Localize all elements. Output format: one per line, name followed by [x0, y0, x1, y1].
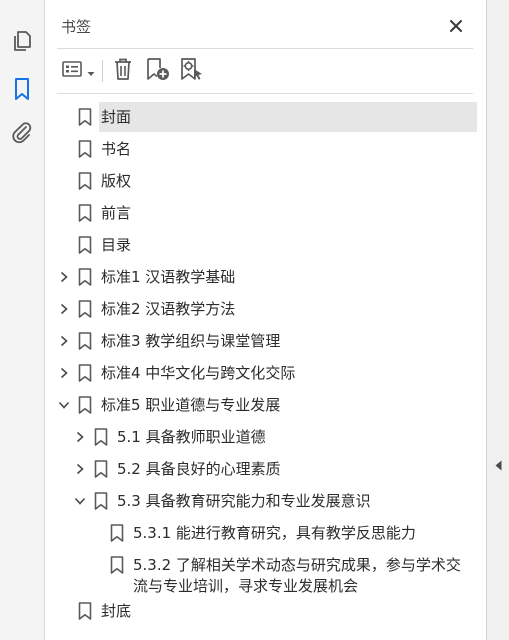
- bookmark-label: 5.2 具备良好的心理素质: [117, 460, 281, 478]
- attachments-button[interactable]: [9, 120, 35, 146]
- new-bookmark-button[interactable]: [144, 57, 172, 85]
- attachment-icon: [11, 121, 33, 145]
- bookmark-icon: [94, 428, 108, 446]
- bookmark-icon: [94, 460, 108, 478]
- bookmark-row[interactable]: 前言: [45, 198, 486, 230]
- panel-title: 书签: [61, 18, 92, 36]
- bookmark-row[interactable]: 5.3 具备教育研究能力和专业发展意识: [45, 486, 486, 518]
- chevron-right-icon[interactable]: [57, 334, 71, 348]
- bookmark-structure-icon: [179, 57, 205, 85]
- bookmark-label: 标准3 教学组织与课堂管理: [101, 332, 281, 350]
- bookmark-icon: [78, 172, 92, 190]
- bookmark-icon: [78, 332, 92, 350]
- bookmark-row[interactable]: 标准1 汉语教学基础: [45, 262, 486, 294]
- bookmarks-panel-button[interactable]: [9, 76, 35, 102]
- new-bookmark-from-structure-button[interactable]: [178, 57, 206, 85]
- close-panel-button[interactable]: [445, 16, 467, 38]
- bookmark-row[interactable]: 目录: [45, 230, 486, 262]
- bookmark-row[interactable]: 版权: [45, 166, 486, 198]
- bookmark-icon: [78, 268, 92, 286]
- add-bookmark-icon: [145, 57, 171, 85]
- bookmark-label: 标准1 汉语教学基础: [101, 268, 236, 286]
- bookmark-icon: [78, 396, 92, 414]
- page-thumbnails-button[interactable]: [9, 28, 35, 54]
- selection-highlight: [99, 102, 477, 132]
- triangle-left-icon: [495, 456, 502, 475]
- chevron-right-icon[interactable]: [73, 430, 87, 444]
- bookmark-row[interactable]: 封底: [45, 596, 486, 628]
- bookmark-label: 前言: [101, 204, 132, 222]
- bookmark-row[interactable]: 封面: [45, 102, 486, 134]
- bookmark-icon: [13, 77, 31, 101]
- options-menu-button[interactable]: [59, 57, 97, 85]
- chevron-down-icon: [87, 62, 95, 81]
- left-navigation-bar: [0, 0, 45, 640]
- bookmark-label: 封面: [101, 108, 132, 126]
- chevron-right-icon[interactable]: [57, 302, 71, 316]
- bookmark-row[interactable]: 书名: [45, 134, 486, 166]
- bookmark-icon: [110, 556, 124, 574]
- bookmark-icon: [78, 140, 92, 158]
- bookmark-icon: [78, 602, 92, 620]
- header-divider: [57, 48, 473, 49]
- pages-icon: [11, 29, 33, 53]
- bookmarks-panel: 书签 封面 书名 版权 前言 目录 标准1 汉语教学基础 标准2 汉语教学方法 …: [45, 0, 486, 640]
- chevron-down-icon[interactable]: [57, 398, 71, 412]
- bookmark-icon: [94, 492, 108, 510]
- chevron-right-icon[interactable]: [73, 462, 87, 476]
- bookmark-row[interactable]: 标准3 教学组织与课堂管理: [45, 326, 486, 358]
- delete-bookmark-button[interactable]: [110, 57, 136, 85]
- bookmark-row[interactable]: 5.3.1 能进行教育研究，具有教学反思能力: [45, 518, 486, 550]
- bookmark-label: 封底: [101, 602, 132, 620]
- toolbar-divider: [57, 93, 473, 94]
- bookmark-icon: [78, 364, 92, 382]
- chevron-down-icon[interactable]: [73, 494, 87, 508]
- bookmarks-toolbar: [45, 52, 486, 90]
- bookmark-row[interactable]: 标准2 汉语教学方法: [45, 294, 486, 326]
- panel-header: 书签: [45, 0, 486, 48]
- toolbar-separator: [102, 60, 103, 82]
- bookmark-label: 5.3.2 了解相关学术动态与研究成果，参与学术交流与专业培训，寻求专业发展机会: [133, 556, 461, 595]
- bookmark-label: 书名: [101, 140, 132, 158]
- chevron-right-icon[interactable]: [57, 366, 71, 380]
- bookmark-label: 标准5 职业道德与专业发展: [101, 396, 281, 414]
- trash-icon: [112, 57, 134, 85]
- bookmark-row[interactable]: 标准4 中华文化与跨文化交际: [45, 358, 486, 390]
- bookmark-label: 标准4 中华文化与跨文化交际: [101, 364, 296, 382]
- collapse-panel-button[interactable]: [492, 458, 504, 472]
- bookmark-icon: [110, 524, 124, 542]
- bookmark-row[interactable]: 5.2 具备良好的心理素质: [45, 454, 486, 486]
- bookmark-label: 5.3.1 能进行教育研究，具有教学反思能力: [133, 524, 416, 542]
- right-collapse-strip: [486, 0, 509, 640]
- list-options-icon: [61, 60, 84, 82]
- bookmark-row[interactable]: 标准5 职业道德与专业发展: [45, 390, 486, 422]
- bookmark-icon: [78, 204, 92, 222]
- bookmarks-window: 书签 封面 书名 版权 前言 目录 标准1 汉语教学基础 标准2 汉语教学方法 …: [0, 0, 509, 640]
- close-icon: [449, 18, 463, 37]
- bookmark-icon: [78, 300, 92, 318]
- bookmark-icon: [78, 108, 92, 126]
- bookmark-label: 5.1 具备教师职业道德: [117, 428, 266, 446]
- bookmark-row[interactable]: 5.1 具备教师职业道德: [45, 422, 486, 454]
- bookmark-label: 标准2 汉语教学方法: [101, 300, 236, 318]
- bookmark-label: 版权: [101, 172, 132, 190]
- bookmark-row[interactable]: 5.3.2 了解相关学术动态与研究成果，参与学术交流与专业培训，寻求专业发展机会: [45, 550, 486, 596]
- bookmark-icon: [78, 236, 92, 254]
- bookmark-label: 目录: [101, 236, 132, 254]
- bookmark-label: 5.3 具备教育研究能力和专业发展意识: [117, 492, 371, 510]
- chevron-right-icon[interactable]: [57, 270, 71, 284]
